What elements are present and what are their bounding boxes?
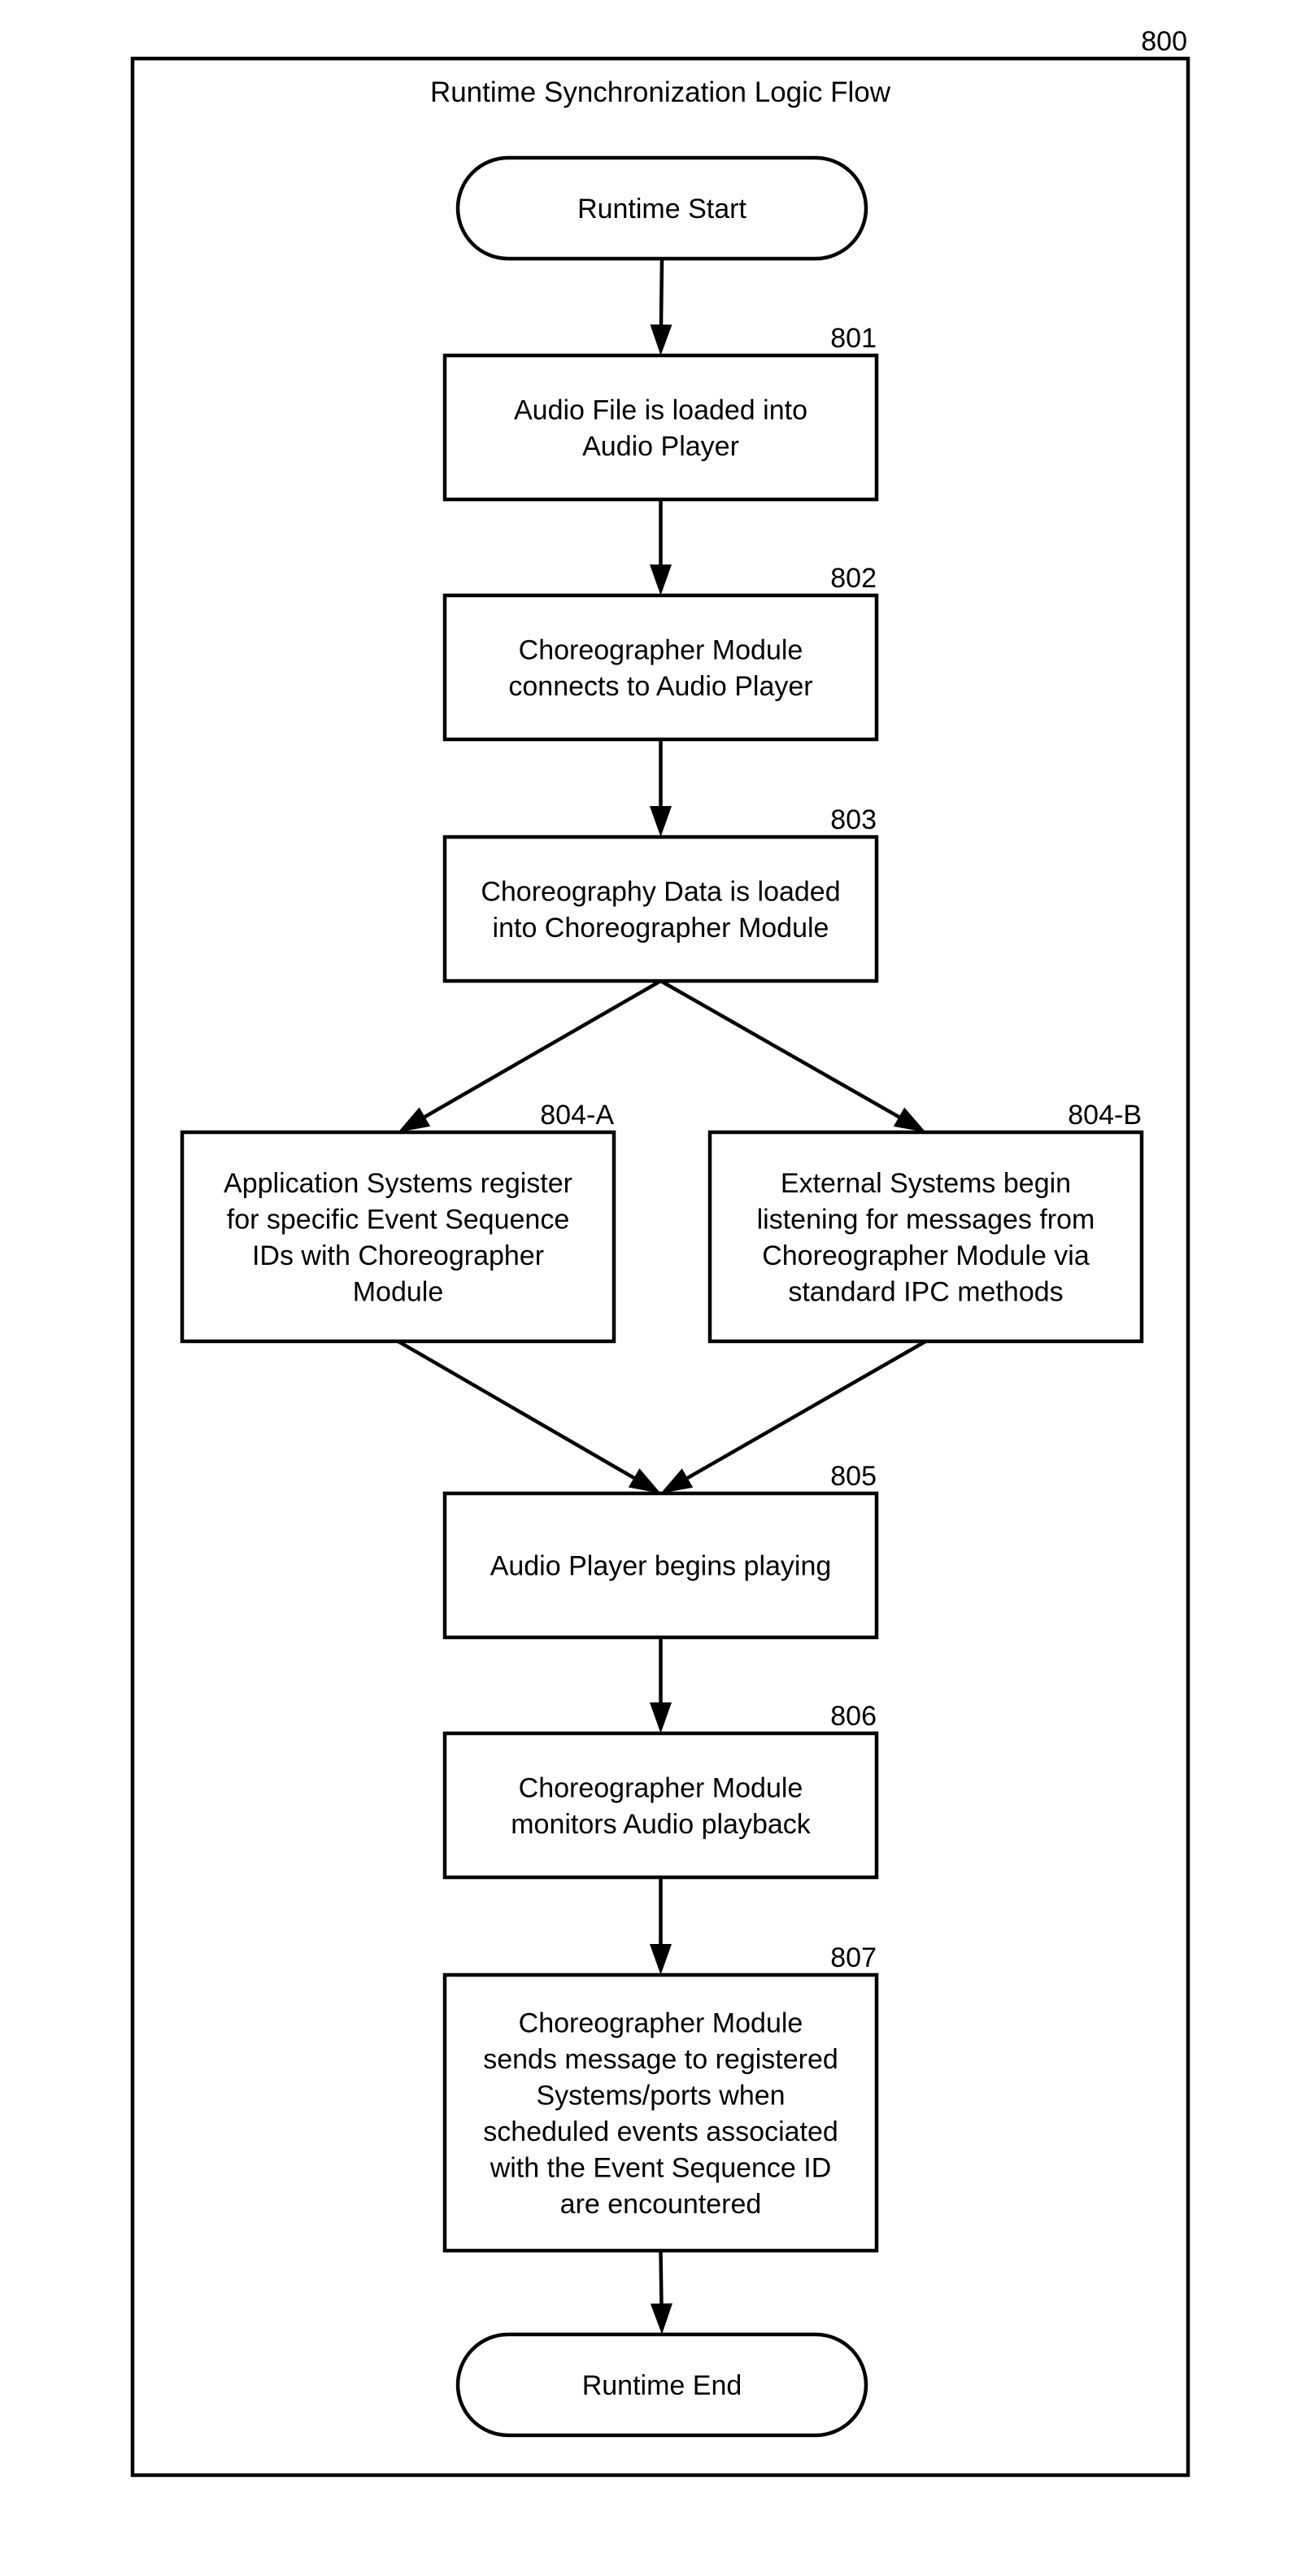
node-label-line: Runtime Start xyxy=(577,194,746,224)
node-label-line: External Systems begin xyxy=(781,1168,1071,1199)
node-start: Runtime Start xyxy=(455,155,868,261)
arrowhead-icon xyxy=(398,1107,431,1132)
figure-ref-label: 800 xyxy=(1141,26,1187,57)
node-n804a: Application Systems register for specific… xyxy=(180,1100,616,1344)
connector-line xyxy=(397,1340,635,1480)
node-n807: Choreographer Module sends message to reg… xyxy=(442,1942,879,2253)
node-label-line: sends message to registered xyxy=(483,2044,838,2075)
edge-n801-to-n802 xyxy=(650,499,672,595)
node-ref-label: 804-B xyxy=(1068,1100,1142,1131)
node-ref-label: 805 xyxy=(830,1461,877,1492)
edge-n804a-to-n805 xyxy=(397,1340,661,1493)
edge-start-to-n801 xyxy=(650,258,672,355)
node-label-line: Audio File is loaded into xyxy=(514,394,807,425)
edge-n805-to-n806 xyxy=(650,1637,672,1733)
edge-n804b-to-n805 xyxy=(660,1340,927,1493)
process-box xyxy=(442,1731,879,1880)
node-label-line: with the Event Sequence ID xyxy=(490,2152,832,2183)
process-box xyxy=(180,1130,616,1344)
edge-n806-to-n807 xyxy=(650,1877,672,1975)
node-ref-label: 801 xyxy=(830,323,877,354)
process-box xyxy=(442,353,879,502)
process-box xyxy=(707,1130,1144,1344)
node-label-line: IDs with Choreographer xyxy=(252,1240,544,1271)
process-box xyxy=(442,835,879,983)
node-label-line: connects to Audio Player xyxy=(508,671,812,702)
edge-n802-to-n803 xyxy=(650,739,672,837)
node-ref-label: 806 xyxy=(830,1701,877,1732)
node-label-line: Runtime End xyxy=(582,2370,742,2401)
edge-n803-to-n804a xyxy=(398,979,662,1132)
node-label-line: listening for messages from xyxy=(757,1204,1095,1235)
node-label-line: Audio Player begins playing xyxy=(490,1551,832,1582)
node-label-line: Module xyxy=(353,1276,444,1307)
arrowhead-icon xyxy=(660,1468,694,1493)
node-label-line: Application Systems register xyxy=(224,1168,572,1199)
process-box xyxy=(442,593,879,742)
edge-n803-to-n804b xyxy=(659,979,926,1132)
connector-line xyxy=(659,258,664,325)
arrowhead-icon xyxy=(628,1468,661,1493)
node-ref-label: 803 xyxy=(830,804,877,835)
nodes-layer: Runtime Start Audio File is loaded into Au… xyxy=(180,155,1144,2438)
arrowhead-icon xyxy=(650,806,672,837)
node-n805: Audio Player begins playing 805 xyxy=(442,1461,879,1640)
connector-line xyxy=(686,1340,927,1480)
connector-line xyxy=(659,979,900,1119)
arrowhead-icon xyxy=(650,564,672,595)
arrowhead-icon xyxy=(893,1107,926,1132)
connector-line xyxy=(424,979,662,1118)
node-label-line: Choreographer Module via xyxy=(762,1240,1090,1271)
node-label-line: Choreographer Module xyxy=(519,634,803,665)
node-label-line: into Choreographer Module xyxy=(493,913,829,944)
node-label-line: for specific Event Sequence xyxy=(227,1204,569,1235)
node-label-line: Audio Player xyxy=(582,431,739,462)
arrowhead-icon xyxy=(650,1702,672,1733)
node-label-line: Systems/ports when xyxy=(536,2080,785,2111)
node-label-line: scheduled events associated xyxy=(483,2116,838,2147)
node-label-line: Choreographer Module xyxy=(519,1772,803,1803)
node-ref-label: 804-A xyxy=(540,1100,614,1131)
arrowhead-icon xyxy=(650,1944,672,1975)
node-n804b: External Systems begin listening for mess… xyxy=(707,1100,1144,1344)
node-ref-label: 802 xyxy=(830,563,877,594)
edge-n807-to-end xyxy=(650,2250,672,2334)
arrowhead-icon xyxy=(650,2303,672,2334)
node-label-line: standard IPC methods xyxy=(788,1276,1063,1307)
node-label-line: Choreography Data is loaded xyxy=(481,876,840,907)
flowchart-diagram: 800 Runtime Synchronization Logic Flow R… xyxy=(130,26,1190,2478)
node-label-line: Choreographer Module xyxy=(519,2007,803,2038)
node-label-line: monitors Audio playback xyxy=(511,1809,812,1840)
figure-title: Runtime Synchronization Logic Flow xyxy=(430,76,891,108)
node-end: Runtime End xyxy=(455,2332,868,2438)
connector-line xyxy=(659,2250,664,2304)
node-label-line: are encountered xyxy=(560,2189,762,2220)
node-ref-label: 807 xyxy=(830,1942,877,1973)
arrowhead-icon xyxy=(650,324,672,355)
